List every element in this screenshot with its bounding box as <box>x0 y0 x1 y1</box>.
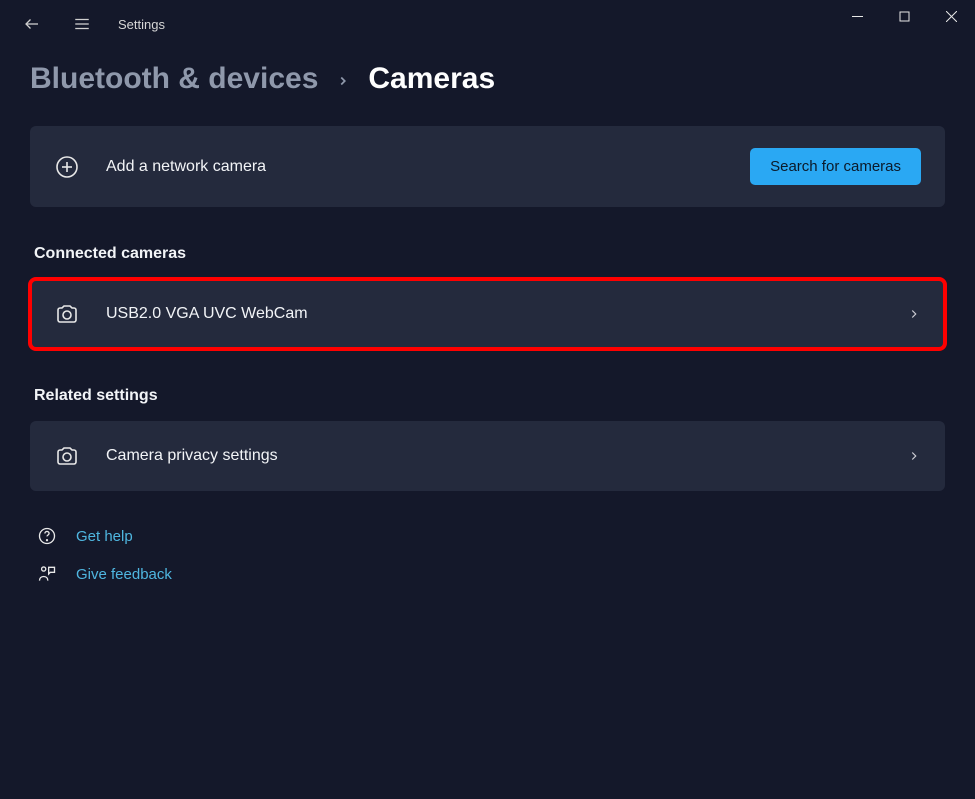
footer-links: Get help Give feedback <box>30 525 945 585</box>
camera-item-label: USB2.0 VGA UVC WebCam <box>106 305 881 323</box>
feedback-icon <box>36 563 58 585</box>
menu-button[interactable] <box>68 10 96 38</box>
close-button[interactable] <box>928 0 975 32</box>
titlebar: Settings <box>0 0 975 48</box>
breadcrumb-parent[interactable]: Bluetooth & devices <box>30 62 318 96</box>
get-help-row[interactable]: Get help <box>30 525 945 547</box>
chevron-right-icon <box>336 74 350 88</box>
app-title: Settings <box>118 17 165 32</box>
back-button[interactable] <box>18 10 46 38</box>
maximize-button[interactable] <box>881 0 928 32</box>
connected-cameras-title: Connected cameras <box>34 245 945 263</box>
connected-camera-item[interactable]: USB2.0 VGA UVC WebCam <box>30 279 945 349</box>
get-help-link[interactable]: Get help <box>76 528 133 545</box>
help-icon <box>36 525 58 547</box>
add-camera-label: Add a network camera <box>106 158 724 176</box>
search-for-cameras-button[interactable]: Search for cameras <box>750 148 921 185</box>
chevron-right-icon <box>907 449 921 463</box>
camera-privacy-settings-row[interactable]: Camera privacy settings <box>30 421 945 491</box>
add-network-camera-row: Add a network camera Search for cameras <box>30 126 945 207</box>
give-feedback-row[interactable]: Give feedback <box>30 563 945 585</box>
window-controls <box>834 0 975 32</box>
camera-icon <box>54 443 80 469</box>
related-settings-title: Related settings <box>34 387 945 405</box>
chevron-right-icon <box>907 307 921 321</box>
plus-circle-icon <box>54 154 80 180</box>
breadcrumb: Bluetooth & devices Cameras <box>30 62 945 96</box>
related-item-label: Camera privacy settings <box>106 447 881 465</box>
camera-icon <box>54 301 80 327</box>
breadcrumb-current: Cameras <box>368 62 495 96</box>
give-feedback-link[interactable]: Give feedback <box>76 566 172 583</box>
minimize-button[interactable] <box>834 0 881 32</box>
